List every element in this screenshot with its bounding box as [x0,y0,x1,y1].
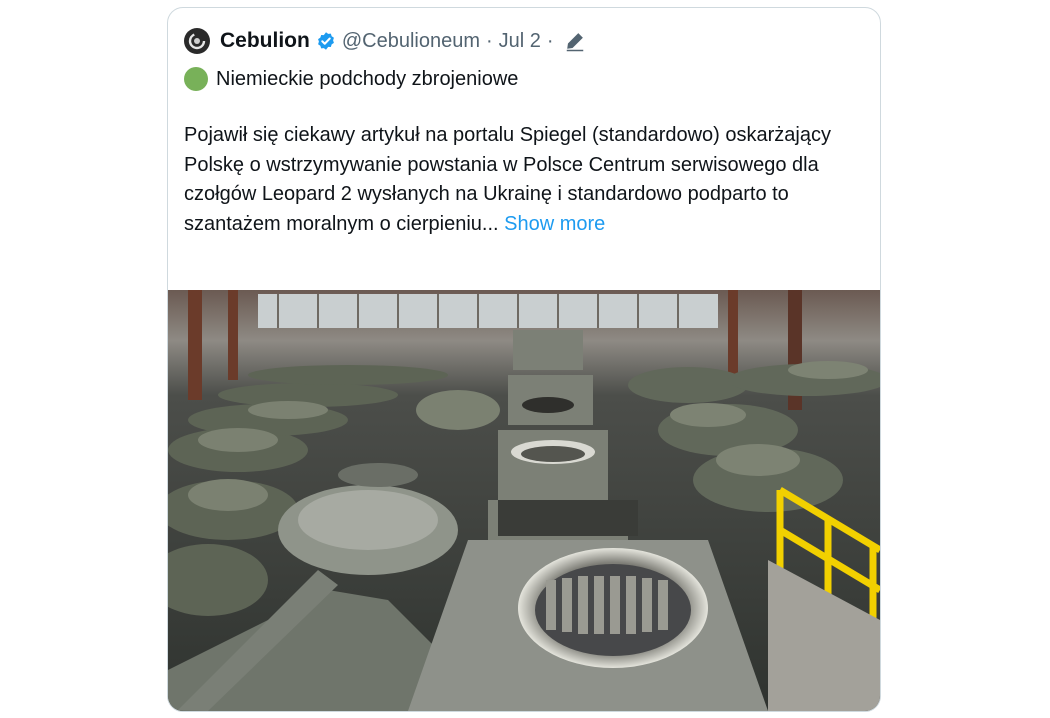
tweet-subject-line: Niemieckie podchody zbrojeniowe [184,64,518,94]
green-circle-icon [184,67,208,91]
avatar-logo-icon [187,31,207,51]
tweet-photo[interactable] [168,290,880,711]
verified-badge-icon[interactable] [316,31,336,51]
author-handle[interactable]: @Cebulioneum [342,30,480,53]
author-name[interactable]: Cebulion [220,29,310,53]
show-more-link[interactable]: Show more [504,213,605,235]
tweet-body: Pojawił się ciekawy artykuł na portalu S… [184,121,844,239]
tweet-date[interactable]: Jul 2 [499,30,541,53]
tweet-subject: Niemieckie podchody zbrojeniowe [216,67,519,90]
separator-dot: · [485,29,493,52]
avatar[interactable] [184,28,210,54]
tweet-header: Cebulion @Cebulioneum · Jul 2 · [184,26,586,56]
tweet-card[interactable]: Cebulion @Cebulioneum · Jul 2 · Niemieck… [167,7,881,712]
edited-pencil-icon[interactable] [564,30,586,52]
separator-dot: · [546,29,554,52]
